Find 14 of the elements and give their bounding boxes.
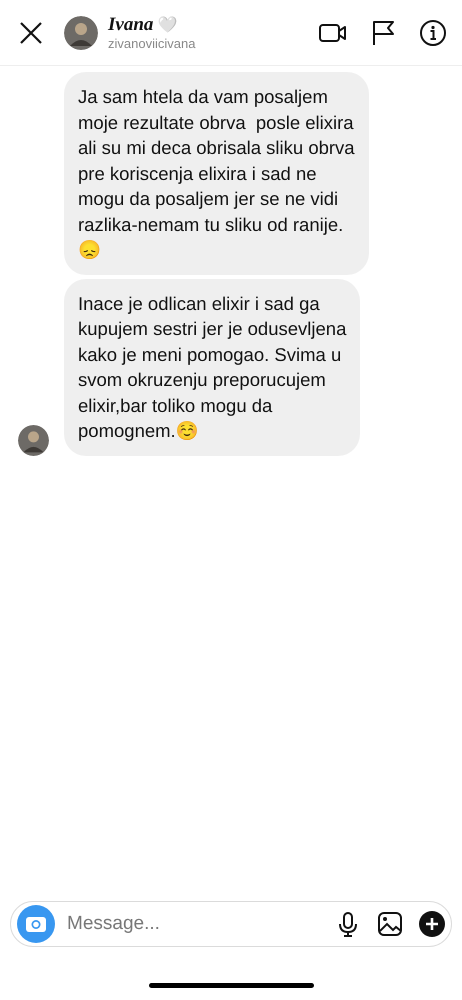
username: zivanoviicivana bbox=[108, 36, 196, 51]
message-field[interactable]: Message... bbox=[65, 912, 319, 936]
avatar bbox=[18, 424, 49, 456]
heart-emoji: 🤍 bbox=[157, 16, 178, 35]
message-bubble: Ja sam htela da vam posaljem moje rezultate obrva posle elixira ali su mi deca obrisala sliku obrva pre koriscenja elixira i sad ne mogu da posaljem jer se ne vidi razlika-nemam tu sliku od ranije. 😞 bbox=[64, 72, 369, 274]
message-bubble: Inace je odlican elixir i sad ga kupujem sestri jer je odusevljena kako je meni pomogao. Svima u svom okruzenju preporucujem elixir,bar toliko mogu da pomognem.☺ bbox=[64, 278, 360, 456]
image-icon[interactable] bbox=[377, 911, 403, 937]
close-icon[interactable] bbox=[18, 20, 44, 46]
info-icon[interactable] bbox=[418, 18, 448, 48]
message-bar[interactable]: Message... bbox=[10, 901, 452, 947]
contact-name: Ivana bbox=[108, 14, 154, 36]
avatar bbox=[64, 16, 98, 50]
camera-icon[interactable] bbox=[17, 905, 55, 943]
add-icon[interactable] bbox=[419, 911, 445, 937]
